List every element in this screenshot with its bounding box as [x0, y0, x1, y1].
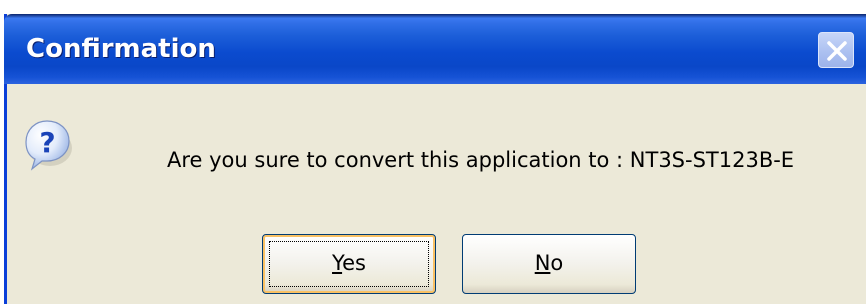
- confirmation-dialog: Confirmation ? Are you sure to convert t…: [4, 14, 866, 304]
- yes-label-rest: es: [342, 251, 366, 275]
- no-accelerator: N: [534, 251, 551, 275]
- window-title: Confirmation: [26, 34, 216, 64]
- title-bar[interactable]: Confirmation: [4, 14, 866, 84]
- question-icon: ?: [25, 120, 72, 171]
- no-label-rest: o: [550, 251, 564, 275]
- dialog-body: ? Are you sure to convert this applicati…: [7, 84, 866, 304]
- svg-text:?: ?: [39, 126, 55, 159]
- screen: Confirmation ? Are you sure to convert t…: [0, 0, 866, 304]
- no-button[interactable]: No: [462, 234, 636, 294]
- confirmation-message: Are you sure to convert this application…: [167, 148, 795, 172]
- yes-accelerator: Y: [332, 251, 343, 275]
- no-button-label: No: [463, 251, 635, 275]
- close-button[interactable]: [818, 32, 854, 68]
- yes-button-label: Yes: [263, 251, 435, 275]
- close-icon: [827, 41, 847, 61]
- yes-button[interactable]: Yes: [262, 234, 436, 294]
